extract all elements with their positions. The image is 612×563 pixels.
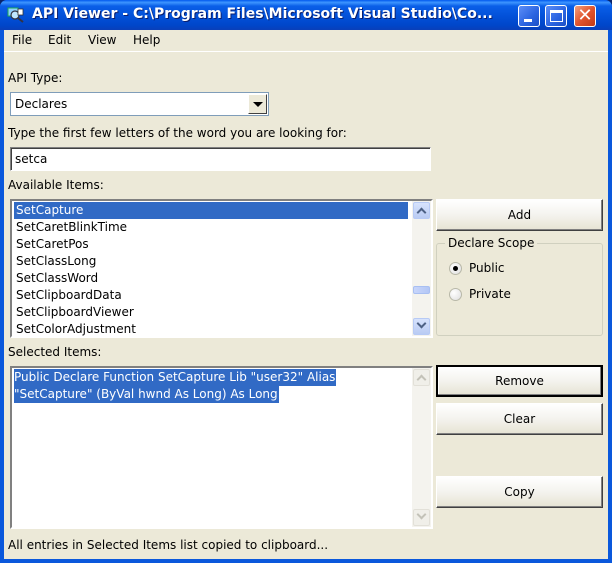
api-type-value: Declares bbox=[15, 97, 68, 111]
api-type-dropdown[interactable]: Declares bbox=[10, 92, 269, 116]
menu-help[interactable]: Help bbox=[133, 33, 160, 47]
list-item[interactable]: SetCaretBlinkTime bbox=[14, 219, 408, 236]
chevron-down-icon bbox=[416, 318, 427, 329]
radio-private-label: Private bbox=[469, 287, 511, 301]
remove-button[interactable]: Remove bbox=[436, 365, 603, 397]
list-item[interactable]: SetColorAdjustment bbox=[14, 321, 408, 336]
app-icon bbox=[7, 7, 24, 23]
selected-text-line: Public Declare Function SetCapture Lib "… bbox=[14, 369, 337, 386]
scroll-down-button[interactable] bbox=[413, 509, 430, 526]
client-area: File Edit View Help API Type: Declares T… bbox=[4, 30, 608, 559]
radio-public-indicator[interactable] bbox=[449, 262, 462, 275]
radio-checked-dot bbox=[453, 266, 458, 271]
list-item[interactable]: SetClassLong bbox=[14, 253, 408, 270]
menu-file[interactable]: File bbox=[12, 33, 32, 47]
scroll-thumb[interactable] bbox=[413, 286, 430, 294]
search-input[interactable]: setca bbox=[10, 147, 431, 171]
minimize-button[interactable] bbox=[518, 5, 540, 27]
radio-public-label: Public bbox=[469, 261, 505, 275]
list-item[interactable]: SetClipboardViewer bbox=[14, 304, 408, 321]
add-button-label: Add bbox=[507, 208, 532, 222]
maximize-button[interactable] bbox=[545, 5, 567, 27]
list-item[interactable]: SetCapture bbox=[14, 202, 408, 219]
chevron-up-icon bbox=[416, 207, 427, 218]
declare-scope-group: Declare Scope Public Private bbox=[436, 236, 603, 336]
api-viewer-window: API Viewer - C:\Program Files\Microsoft … bbox=[0, 0, 612, 563]
status-text: All entries in Selected Items list copie… bbox=[8, 538, 329, 552]
maximize-icon bbox=[550, 10, 563, 22]
dropdown-button[interactable] bbox=[248, 94, 267, 114]
selected-text-line: "SetCapture" (ByVal hwnd As Long) As Lon… bbox=[14, 386, 279, 403]
close-button[interactable]: ✕ bbox=[574, 5, 596, 27]
api-type-label: API Type: bbox=[8, 71, 63, 85]
chevron-up-icon bbox=[416, 374, 427, 385]
clear-button-label: Clear bbox=[503, 412, 536, 426]
list-item[interactable]: SetCaretPos bbox=[14, 236, 408, 253]
window-title: API Viewer - C:\Program Files\Microsoft … bbox=[32, 6, 493, 22]
menu-view[interactable]: View bbox=[88, 33, 116, 47]
menu-bar: File Edit View Help bbox=[4, 30, 608, 52]
available-scrollbar[interactable] bbox=[412, 201, 431, 336]
selected-items-label: Selected Items: bbox=[8, 345, 102, 359]
minimize-icon bbox=[524, 19, 532, 22]
title-bar[interactable]: API Viewer - C:\Program Files\Microsoft … bbox=[0, 0, 612, 30]
declare-scope-legend: Declare Scope bbox=[445, 236, 538, 250]
radio-private-indicator[interactable] bbox=[449, 288, 462, 301]
menu-edit[interactable]: Edit bbox=[48, 33, 71, 47]
list-item[interactable]: SetClipboardData bbox=[14, 287, 408, 304]
scroll-down-button[interactable] bbox=[413, 318, 430, 335]
available-items-list[interactable]: SetCapture SetCaretBlinkTime SetCaretPos… bbox=[10, 199, 433, 338]
chevron-down-icon bbox=[253, 102, 263, 107]
scroll-up-button[interactable] bbox=[413, 202, 430, 219]
selected-items-textarea[interactable]: Public Declare Function SetCapture Lib "… bbox=[10, 366, 433, 529]
search-label: Type the first few letters of the word y… bbox=[8, 126, 347, 140]
copy-button-label: Copy bbox=[504, 485, 535, 499]
chevron-down-icon bbox=[416, 509, 427, 520]
search-value: setca bbox=[15, 152, 48, 166]
available-items-label: Available Items: bbox=[8, 178, 104, 192]
close-icon: ✕ bbox=[577, 5, 593, 26]
selected-scrollbar[interactable] bbox=[412, 368, 431, 527]
add-button[interactable]: Add bbox=[436, 199, 603, 231]
list-item[interactable]: SetClassWord bbox=[14, 270, 408, 287]
scroll-up-button[interactable] bbox=[413, 369, 430, 386]
clear-button[interactable]: Clear bbox=[436, 403, 603, 435]
copy-button[interactable]: Copy bbox=[436, 476, 603, 508]
remove-button-label: Remove bbox=[495, 374, 544, 388]
